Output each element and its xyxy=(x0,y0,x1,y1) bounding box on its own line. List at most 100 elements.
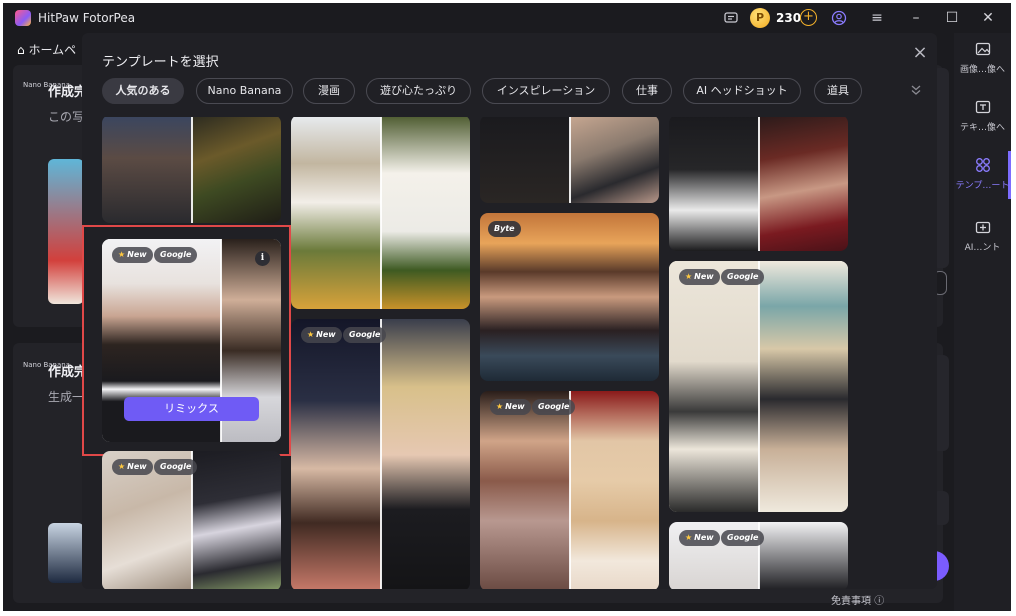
template-before-image xyxy=(669,261,759,512)
rail-label: AI…ント xyxy=(964,243,1001,253)
template-card-sunset[interactable]: Byte xyxy=(480,213,659,381)
star-icon: ★ xyxy=(685,272,693,281)
template-card-character-sheet[interactable]: ★ New Google xyxy=(669,261,848,512)
tab-nano-banana[interactable]: Nano Banana xyxy=(196,78,293,104)
title-bar: HitPaw FotorPea P 230 + ≡ – ☐ ✕ xyxy=(3,3,1011,33)
modal-title: テンプレートを選択 xyxy=(102,55,219,70)
info-circle-icon: ⓘ xyxy=(874,596,885,607)
template-before-image xyxy=(102,117,192,223)
coin-count: 230 xyxy=(776,11,802,25)
template-after-image xyxy=(570,391,659,589)
disclaimer-label: 免責事項 xyxy=(831,596,871,607)
tab-popular[interactable]: 人気のある xyxy=(102,78,184,104)
compare-divider xyxy=(569,117,571,203)
text-to-image-icon xyxy=(974,99,992,117)
template-card-tattoo[interactable] xyxy=(480,117,659,203)
template-after-image xyxy=(570,117,659,203)
home-nav[interactable]: ⌂ ホームペ xyxy=(17,41,76,58)
template-before-image xyxy=(291,319,381,589)
google-badge: Google xyxy=(721,530,765,546)
compare-divider xyxy=(191,117,193,223)
compare-divider xyxy=(569,391,571,589)
app-logo-icon xyxy=(15,10,31,26)
compare-divider xyxy=(758,117,760,251)
rail-item-ai[interactable]: AI…ント xyxy=(954,213,1011,261)
right-rail: 画像…像へ テキ…像へ テンプ…ート AI…ント xyxy=(954,33,1011,611)
template-after-image xyxy=(381,117,470,309)
tab-work[interactable]: 仕事 xyxy=(622,78,672,104)
star-icon: ★ xyxy=(496,402,504,411)
menu-icon[interactable]: ≡ xyxy=(867,8,887,28)
byte-badge: Byte xyxy=(488,221,521,237)
google-badge: Google xyxy=(343,327,387,343)
rail-item-template[interactable]: テンプ…ート xyxy=(954,151,1011,199)
rail-item-text-to-image[interactable]: テキ…像へ xyxy=(954,93,1011,141)
template-after-image xyxy=(759,117,848,251)
template-card-street[interactable] xyxy=(102,117,281,223)
close-window-button[interactable]: ✕ xyxy=(977,7,999,29)
rail-label: テキ…像へ xyxy=(959,123,1005,133)
result-sub-2: 生成一 xyxy=(48,390,85,404)
app-title: HitPaw FotorPea xyxy=(38,11,136,25)
google-badge: Google xyxy=(532,399,576,415)
tab-manga[interactable]: 漫画 xyxy=(303,78,355,104)
star-icon: ★ xyxy=(307,330,315,339)
template-before-image xyxy=(480,391,570,589)
maximize-button[interactable]: ☐ xyxy=(941,7,963,29)
template-before-image xyxy=(480,117,570,203)
new-badge: ★ New xyxy=(679,530,720,546)
compare-divider xyxy=(380,319,382,589)
image-edit-icon xyxy=(974,41,992,59)
rail-label: 画像…像へ xyxy=(959,65,1005,75)
new-badge: ★ New xyxy=(301,327,342,343)
template-icon xyxy=(974,157,992,175)
compare-divider xyxy=(758,261,760,512)
tab-inspiration[interactable]: インスピレーション xyxy=(482,78,610,104)
new-badge: ★ New xyxy=(490,399,531,415)
tab-ai-headshot[interactable]: AI ヘッドショット xyxy=(683,78,801,104)
tab-playful[interactable]: 遊び心たっぷり xyxy=(366,78,471,104)
template-after-image xyxy=(759,522,848,589)
result-sub-1: この写 xyxy=(48,110,85,124)
template-after-image xyxy=(381,319,470,589)
chat-icon[interactable] xyxy=(721,8,741,28)
active-indicator xyxy=(1008,151,1011,199)
template-grid: ★ New Google i リミックス ★ New Google ★ New … xyxy=(82,117,937,589)
ai-add-icon xyxy=(974,219,992,237)
app-window: HitPaw FotorPea P 230 + ≡ – ☐ ✕ ⌂ ホームペ N… xyxy=(3,3,1011,611)
hover-highlight-frame xyxy=(82,225,291,456)
template-after-image xyxy=(759,261,848,512)
rail-item-image-to-image[interactable]: 画像…像へ xyxy=(954,35,1011,83)
template-before-image xyxy=(291,117,381,309)
template-after-image xyxy=(192,117,281,223)
coin-icon: P xyxy=(750,8,770,28)
result-thumbnail-2[interactable] xyxy=(48,523,84,583)
google-badge: Google xyxy=(721,269,765,285)
template-card-portrait[interactable]: ★ New Google xyxy=(669,522,848,589)
template-image xyxy=(480,213,659,381)
template-card-plush[interactable]: ★ New Google xyxy=(102,451,281,589)
home-label: ホームペ xyxy=(28,43,77,57)
template-modal: テンプレートを選択 × 人気のある Nano Banana 漫画 遊び心たっぷり… xyxy=(82,33,937,589)
disclaimer-link[interactable]: 免責事項 ⓘ xyxy=(831,592,884,607)
close-icon[interactable]: × xyxy=(910,43,930,63)
add-coins-button[interactable]: + xyxy=(800,9,817,26)
star-icon: ★ xyxy=(118,462,126,471)
new-badge: ★ New xyxy=(112,459,153,475)
rail-label: テンプ…ート xyxy=(955,181,1010,191)
template-card-garden[interactable] xyxy=(291,117,470,309)
compare-divider xyxy=(380,117,382,309)
minimize-button[interactable]: – xyxy=(905,7,927,29)
result-thumbnail-1[interactable] xyxy=(48,159,84,304)
account-icon[interactable] xyxy=(829,8,849,28)
google-badge: Google xyxy=(154,459,198,475)
new-badge: ★ New xyxy=(679,269,720,285)
tab-tools[interactable]: 道具 xyxy=(814,78,862,104)
template-before-image xyxy=(669,117,759,251)
template-card-suit[interactable] xyxy=(669,117,848,251)
star-icon: ★ xyxy=(685,533,693,542)
template-after-image xyxy=(192,451,281,589)
template-card-victorian[interactable]: ★ New Google xyxy=(480,391,659,589)
chevron-down-icon[interactable] xyxy=(908,83,924,99)
template-card-selfie[interactable]: ★ New Google xyxy=(291,319,470,589)
